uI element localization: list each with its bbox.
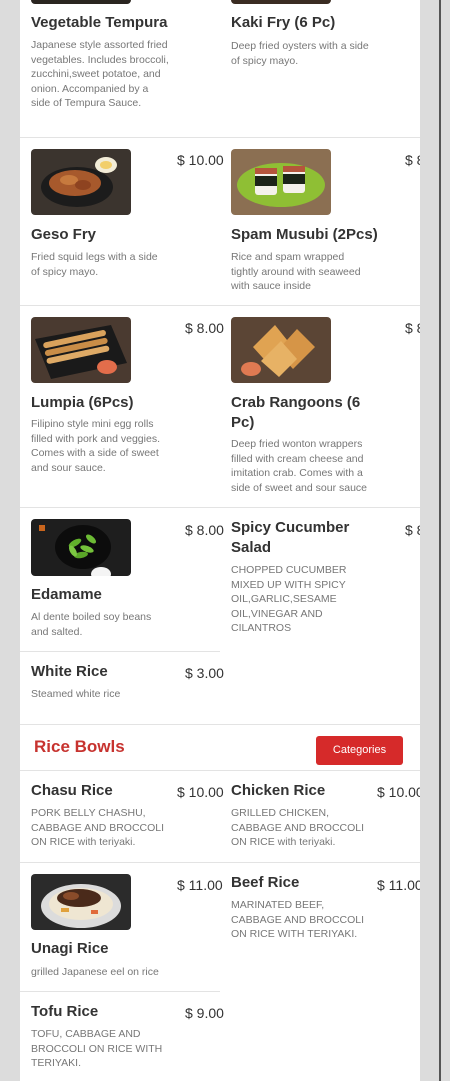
item-name: Crab Rangoons (6 Pc) [231,394,361,431]
item-description: Steamed white rice [31,688,121,700]
item-name: Beef Rice [231,874,300,891]
item-price: $ 11.00 [177,877,223,893]
menu-item-geso-fry[interactable]: $ 10.00 Geso Fry Fried squid legs with a… [20,138,224,305]
lumpia-photo [31,317,131,383]
menu-item-vegetable-tempura[interactable]: Vegetable Tempura Japanese style assorte… [20,0,220,137]
kaki-fry-photo [231,0,331,4]
categories-button[interactable]: Categories [316,736,403,765]
item-description: Deep fried wonton wrappers filled with c… [231,438,367,494]
item-description: Japanese style assorted fried vegetables… [31,39,169,110]
item-description: Al dente boiled soy beans and salted. [31,611,152,638]
vegetable-tempura-photo [31,0,131,4]
menu-item-tofu-rice[interactable]: $ 9.00 Tofu Rice TOFU, CABBAGE AND BROCC… [20,992,224,1081]
item-price: $ 8.00 [405,152,420,168]
item-description: PORK BELLY CHASHU, CABBAGE AND BROCCOLI … [31,807,165,849]
divider [20,724,420,725]
menu-item-spam-musubi[interactable]: $ 8.00 Spam Musubi (2Pcs) Rice and spam … [220,138,420,305]
window-edge [439,0,441,1081]
item-name: Chasu Rice [31,782,113,799]
menu-item-lumpia[interactable]: $ 8.00 Lumpia (6Pcs) Filipino style mini… [20,306,224,507]
item-price: $ 10.00 [177,152,224,168]
geso-fry-photo [31,149,131,215]
item-price: $ 8.00 [405,522,420,538]
item-name: Lumpia (6Pcs) [31,394,134,411]
item-name: Spam Musubi (2Pcs) [231,226,378,243]
item-description: TOFU, CABBAGE AND BROCCOLI ON RICE WITH … [31,1028,163,1070]
item-description: Fried squid legs with a side of spicy ma… [31,251,158,278]
item-name: Edamame [31,586,102,603]
menu-item-white-rice[interactable]: $ 3.00 White Rice Steamed white rice [20,652,224,724]
spam-musubi-photo [231,149,331,215]
edamame-photo [31,519,131,576]
item-description: CHOPPED CUCUMBER MIXED UP WITH SPICY OIL… [231,564,347,635]
item-price: $ 3.00 [185,665,224,681]
item-name: Geso Fry [31,226,97,243]
item-name: Vegetable Tempura [31,14,168,31]
unagi-rice-photo [31,874,131,930]
menu-item-chicken-rice[interactable]: $ 10.00 Chicken Rice GRILLED CHICKEN, CA… [220,771,420,862]
section-title-rice-bowls: Rice Bowls [34,737,125,756]
menu-item-spicy-cucumber-salad[interactable]: $ 8.00 Spicy Cucumber Salad CHOPPED CUCU… [220,508,420,724]
menu-panel: Vegetable Tempura Japanese style assorte… [20,0,420,1081]
item-price: $ 9.00 [185,1005,224,1021]
menu-item-edamame[interactable]: $ 8.00 Edamame Al dente boiled soy beans… [20,508,224,651]
item-name: Kaki Fry (6 Pc) [231,14,336,31]
item-price: $ 11.00 [377,877,420,893]
item-name: Spicy Cucumber Salad [231,519,350,556]
item-price: $ 10.00 [177,784,224,800]
item-description: Filipino style mini egg rolls filled wit… [31,418,160,474]
item-price: $ 8.00 [405,320,420,336]
item-price: $ 8.00 [185,522,224,538]
item-name: White Rice [31,663,108,680]
item-name: Unagi Rice [31,940,109,957]
item-price: $ 10.00 [377,784,420,800]
item-description: Rice and spam wrapped tightly around wit… [231,251,361,293]
item-description: Deep fried oysters with a side of spicy … [231,40,369,67]
item-description: MARINATED BEEF, CABBAGE AND BROCCOLI ON … [231,899,365,941]
item-name: Tofu Rice [31,1003,99,1020]
menu-item-beef-rice[interactable]: $ 11.00 Beef Rice MARINATED BEEF, CABBAG… [220,863,420,991]
menu-item-crab-rangoons[interactable]: $ 8.00 Crab Rangoons (6 Pc) Deep fried w… [220,306,420,507]
menu-item-kaki-fry[interactable]: Kaki Fry (6 Pc) Deep fried oysters with … [220,0,420,137]
crab-rangoons-photo [231,317,331,383]
item-name: Chicken Rice [231,782,326,799]
menu-item-unagi-rice[interactable]: $ 11.00 Unagi Rice grilled Japanese eel … [20,863,223,991]
menu-item-chasu-rice[interactable]: $ 10.00 Chasu Rice PORK BELLY CHASHU, CA… [20,771,224,862]
item-description: grilled Japanese eel on rice [31,966,159,978]
item-price: $ 8.00 [185,320,224,336]
item-description: GRILLED CHICKEN, CABBAGE AND BROCCOLI ON… [231,807,365,849]
